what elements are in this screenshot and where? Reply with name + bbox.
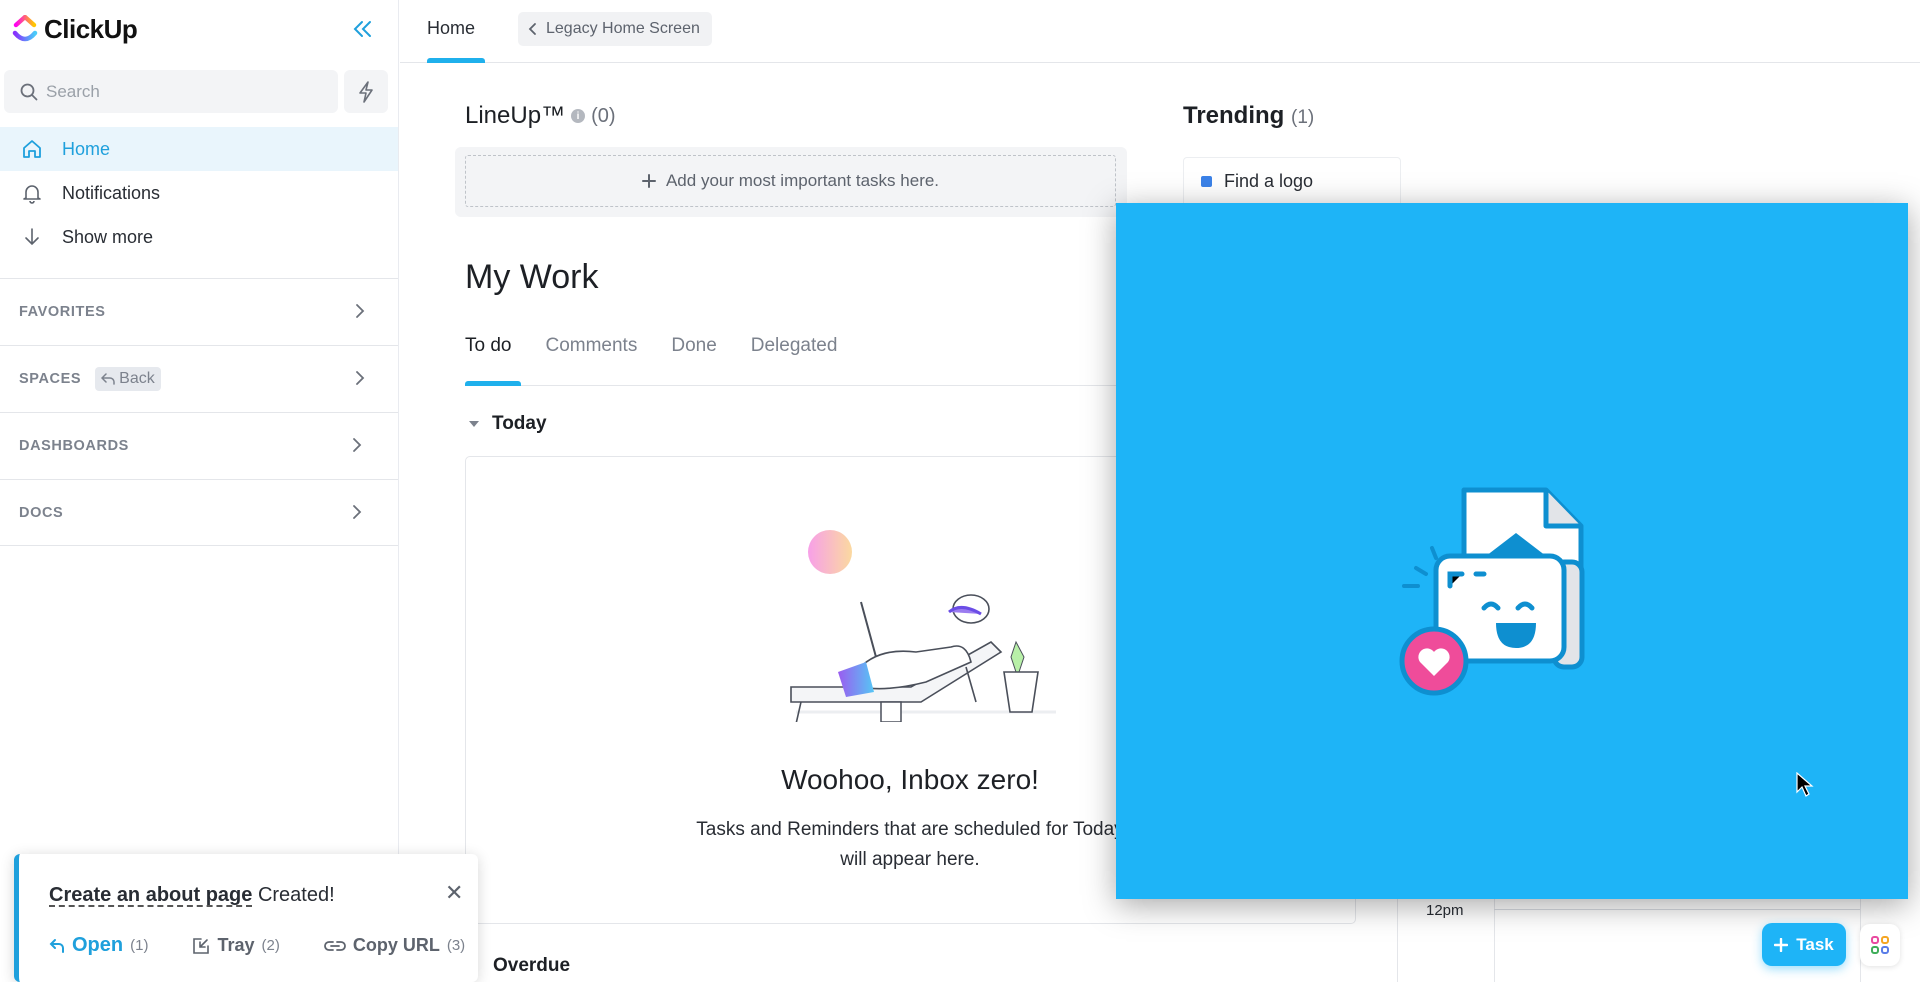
logo-text: ClickUp xyxy=(44,13,138,44)
created-task-link[interactable]: Create an about page xyxy=(49,884,252,906)
plus-icon xyxy=(641,174,656,188)
legacy-home-label: Legacy Home Screen xyxy=(546,20,700,37)
toast-suffix: Created! xyxy=(257,884,335,906)
tab-delegated[interactable]: Delegated xyxy=(751,335,838,357)
chevron-left-icon xyxy=(528,23,536,35)
undo-arrow-icon xyxy=(49,938,64,953)
search-input[interactable] xyxy=(46,81,326,102)
home-icon xyxy=(20,137,44,161)
toast-actions: Open (1) Tray (2) Copy URL (3) xyxy=(49,934,465,957)
tray-icon xyxy=(193,937,210,954)
tab-done[interactable]: Done xyxy=(671,335,716,357)
docs-promo-overlay[interactable] xyxy=(1116,203,1908,899)
copy-url-button[interactable]: Copy URL (3) xyxy=(323,935,466,956)
double-chevron-left-icon xyxy=(353,21,371,37)
sidebar-item-home[interactable]: Home xyxy=(0,127,398,171)
sidebar-section-spaces[interactable]: SPACES Back xyxy=(0,345,398,412)
tray-button[interactable]: Tray (2) xyxy=(192,935,280,956)
sidebar: ClickUp Home Notifications xyxy=(0,0,399,982)
active-tab-indicator xyxy=(427,58,485,63)
collapse-sidebar-button[interactable] xyxy=(350,14,376,44)
open-button[interactable]: Open (1) xyxy=(49,934,148,957)
section-label: SPACES xyxy=(19,371,82,387)
section-label: DASHBOARDS xyxy=(19,438,129,454)
lineup-header: LineUp™ i (0) xyxy=(465,102,616,130)
clickup-logo-icon xyxy=(12,15,38,42)
section-label: FAVORITES xyxy=(19,304,106,320)
shortcut-hint: (1) xyxy=(130,937,149,954)
section-label: DOCS xyxy=(19,504,64,521)
apps-button[interactable] xyxy=(1860,924,1900,966)
link-icon xyxy=(323,940,346,951)
my-work-tabs: To do Comments Done Delegated xyxy=(465,335,837,357)
today-label: Today xyxy=(492,413,547,434)
arrow-down-icon xyxy=(20,225,44,249)
happy-document-illustration xyxy=(1399,487,1585,696)
my-work-title: My Work xyxy=(465,258,599,296)
toast-message: Create an about page Created! xyxy=(49,884,335,907)
sidebar-item-label: Show more xyxy=(62,226,154,247)
task-created-toast: Create an about page Created! ✕ Open (1)… xyxy=(14,854,478,982)
apps-grid-icon xyxy=(1871,936,1889,954)
back-chip-label: Back xyxy=(119,370,155,387)
sidebar-item-label: Notifications xyxy=(62,182,161,203)
copy-url-label: Copy URL xyxy=(352,935,440,955)
lightning-icon xyxy=(359,80,373,103)
sidebar-section-favorites[interactable]: FAVORITES xyxy=(0,278,398,345)
tab-home[interactable]: Home xyxy=(427,18,475,39)
lineup-container: Add your most important tasks here. xyxy=(455,147,1127,217)
mouse-cursor-icon xyxy=(1796,772,1814,797)
shortcut-hint: (2) xyxy=(261,937,280,954)
search-icon xyxy=(20,83,38,100)
top-bar: Home Legacy Home Screen xyxy=(400,0,1920,63)
trending-count: (1) xyxy=(1291,107,1315,128)
chevron-right-icon xyxy=(356,304,365,318)
close-icon[interactable]: ✕ xyxy=(445,880,463,906)
today-group-toggle[interactable]: Today xyxy=(468,413,547,435)
sidebar-section-dashboards[interactable]: DASHBOARDS xyxy=(0,412,398,479)
open-label: Open xyxy=(72,934,124,956)
caret-down-icon xyxy=(469,421,479,427)
plus-icon xyxy=(1774,937,1789,952)
sidebar-item-notifications[interactable]: Notifications xyxy=(0,171,398,215)
overdue-group-label[interactable]: Overdue xyxy=(493,955,570,977)
empty-state-subtitle: Tasks and Reminders that are scheduled f… xyxy=(696,819,1124,870)
tray-label: Tray xyxy=(217,935,255,955)
back-chip[interactable]: Back xyxy=(95,367,161,391)
sidebar-nav: Home Notifications Show more xyxy=(0,127,398,259)
active-tab-indicator xyxy=(465,381,521,386)
search-box[interactable] xyxy=(4,70,338,113)
add-lineup-task-button[interactable]: Add your most important tasks here. xyxy=(465,155,1116,207)
add-task-button[interactable]: Task xyxy=(1762,923,1846,966)
info-icon[interactable]: i xyxy=(571,109,586,123)
relaxing-illustration xyxy=(790,530,1056,722)
chevron-right-icon xyxy=(356,371,365,385)
trending-header: Trending (1) xyxy=(1183,102,1314,130)
clickup-logo[interactable]: ClickUp xyxy=(12,13,138,44)
sidebar-section-docs[interactable]: DOCS xyxy=(0,479,398,546)
tab-to-do[interactable]: To do xyxy=(465,335,511,357)
calendar-time-label: 12pm xyxy=(1426,902,1464,919)
lineup-count: (0) xyxy=(591,104,616,127)
sidebar-item-show-more[interactable]: Show more xyxy=(0,215,398,259)
lineup-title: LineUp™ xyxy=(465,102,566,129)
undo-arrow-icon xyxy=(101,373,115,385)
quick-actions-button[interactable] xyxy=(344,70,388,113)
chevron-right-icon xyxy=(353,438,362,452)
add-task-label: Task xyxy=(1796,934,1834,954)
shortcut-hint: (3) xyxy=(446,937,466,954)
chevron-right-icon xyxy=(353,505,362,519)
task-status-dot xyxy=(1201,176,1212,187)
bell-icon xyxy=(20,181,44,205)
add-lineup-label: Add your most important tasks here. xyxy=(665,171,940,190)
trending-title: Trending xyxy=(1183,102,1285,129)
tab-comments[interactable]: Comments xyxy=(545,335,637,357)
sidebar-item-label: Home xyxy=(62,138,111,159)
trending-item-label: Find a logo xyxy=(1224,171,1314,191)
calendar-hour-line xyxy=(1494,909,1860,910)
legacy-home-screen-button[interactable]: Legacy Home Screen xyxy=(518,12,712,46)
